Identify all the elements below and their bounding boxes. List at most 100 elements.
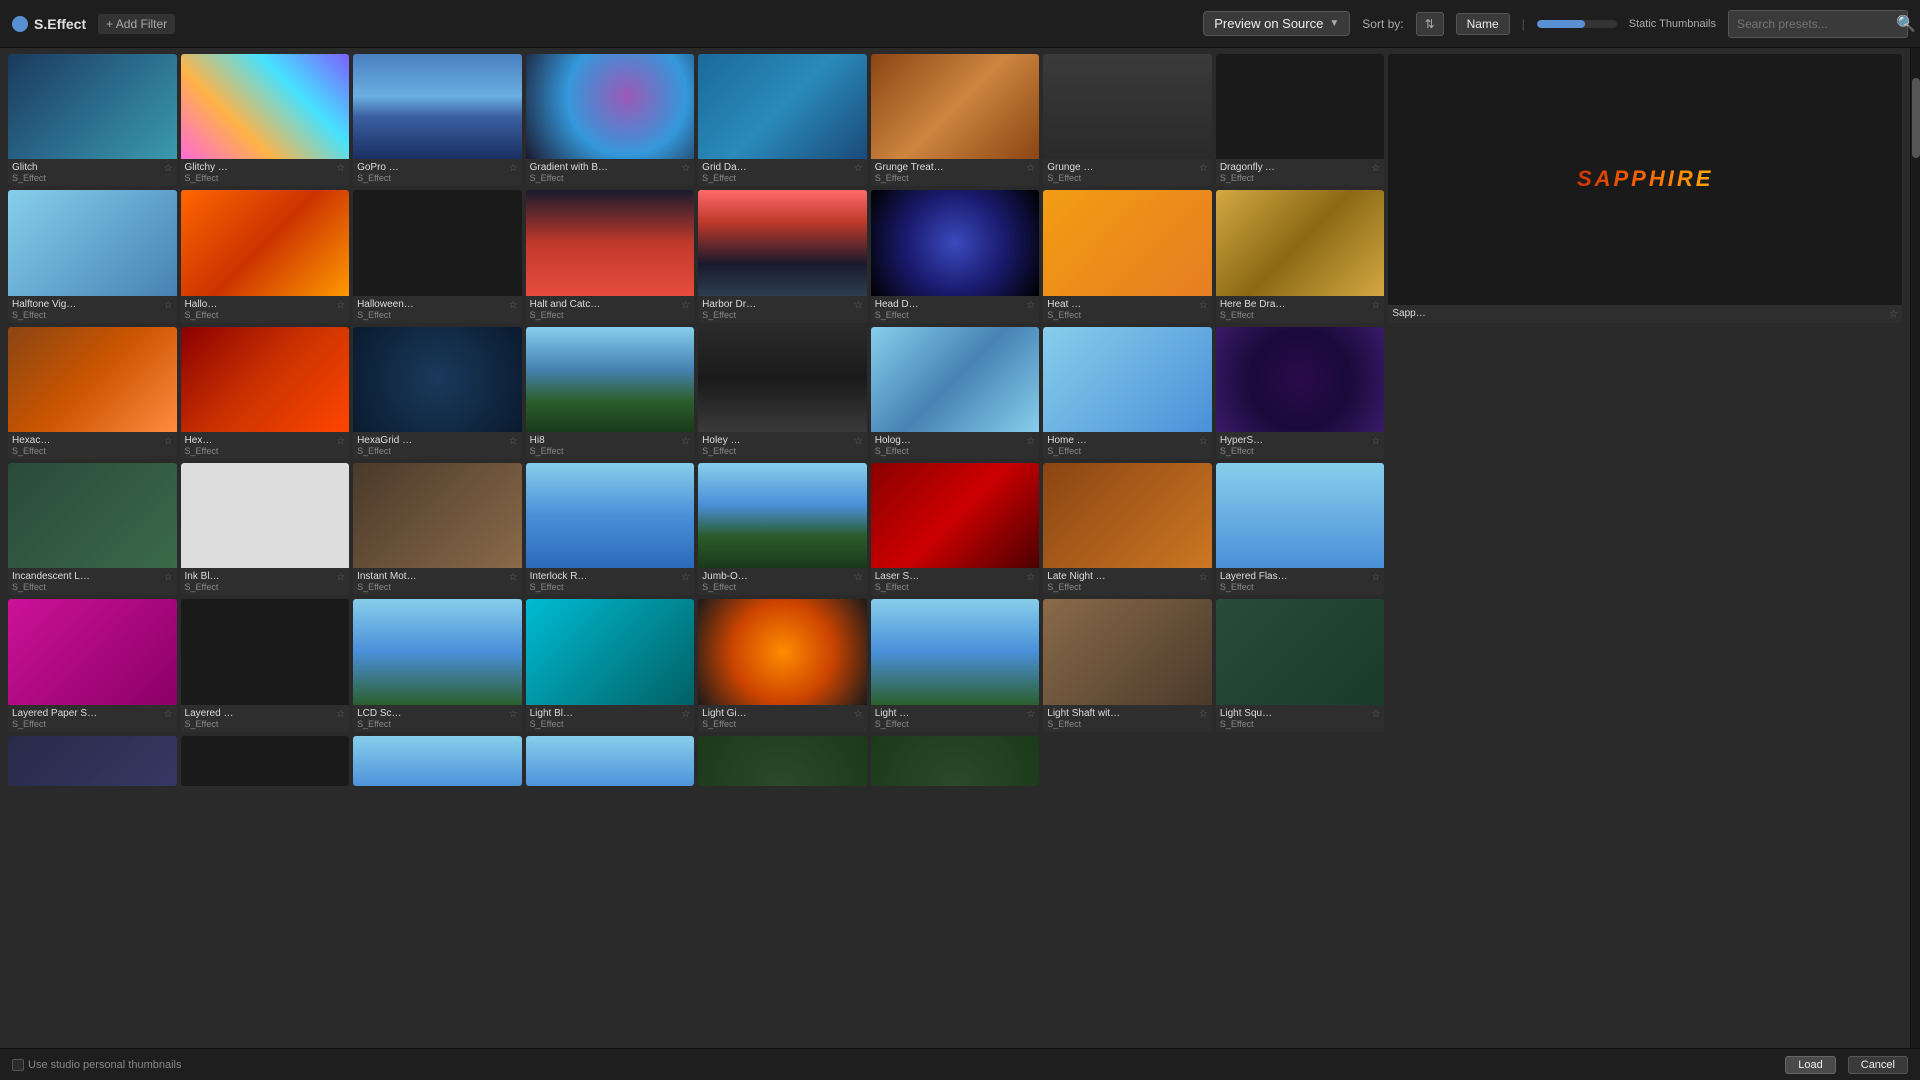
effect-item[interactable]: Jumb-O-tronS_Effect☆ — [698, 463, 867, 595]
favorite-star-icon[interactable]: ☆ — [1371, 709, 1380, 720]
favorite-star-icon[interactable]: ☆ — [1026, 709, 1035, 720]
favorite-star-icon[interactable]: ☆ — [336, 572, 345, 583]
favorite-star-icon[interactable]: ☆ — [1199, 436, 1208, 447]
effect-item[interactable]: Laser ShowS_Effect☆ — [871, 463, 1040, 595]
favorite-star-icon[interactable]: ☆ — [336, 709, 345, 720]
effect-item[interactable]: Gradient with Bokeh...S_Effect☆ — [526, 54, 695, 186]
effect-item[interactable]: Dragonfly AlphaS_Effect☆ — [1216, 54, 1385, 186]
favorite-star-icon[interactable]: ☆ — [681, 709, 690, 720]
load-button[interactable]: Load — [1785, 1056, 1835, 1074]
effect-item[interactable]: HalloweenS_Effect☆ — [181, 190, 350, 322]
sort-order-button[interactable]: ⇅ — [1416, 12, 1444, 36]
preview-dropdown[interactable]: Preview on Source ▼ — [1203, 11, 1350, 36]
favorite-star-icon[interactable]: ☆ — [681, 163, 690, 174]
effect-item[interactable]: Grunge TreatmentS_Effect☆ — [871, 54, 1040, 186]
favorite-star-icon[interactable]: ☆ — [164, 300, 173, 311]
favorite-star-icon[interactable]: ☆ — [681, 300, 690, 311]
favorite-star-icon[interactable]: ☆ — [509, 572, 518, 583]
effect-item[interactable]: Light BlocksS_Effect☆ — [526, 599, 695, 731]
favorite-star-icon[interactable]: ☆ — [1026, 300, 1035, 311]
effect-item[interactable]: Harbor DreamsS_Effect☆ — [698, 190, 867, 322]
favorite-star-icon[interactable]: ☆ — [336, 300, 345, 311]
favorite-star-icon[interactable]: ☆ — [1199, 709, 1208, 720]
favorite-star-icon[interactable]: ☆ — [854, 572, 863, 583]
favorite-star-icon[interactable]: ☆ — [1889, 309, 1898, 320]
effect-item[interactable]: GlitchS_Effect☆ — [8, 54, 177, 186]
favorite-star-icon[interactable]: ☆ — [1371, 300, 1380, 311]
cancel-button[interactable]: Cancel — [1848, 1056, 1908, 1074]
effect-item[interactable]: Grid DamageS_Effect☆ — [698, 54, 867, 186]
effect-item[interactable]: Light GizmoS_Effect☆ — [698, 599, 867, 731]
effect-item[interactable] — [353, 736, 522, 786]
favorite-star-icon[interactable]: ☆ — [509, 163, 518, 174]
favorite-star-icon[interactable]: ☆ — [854, 163, 863, 174]
search-box[interactable]: 🔍 — [1728, 10, 1908, 38]
effect-item[interactable]: HexaGrid EchoS_Effect☆ — [353, 327, 522, 459]
effect-item[interactable] — [871, 736, 1040, 786]
effect-item[interactable]: Incandescent Light...S_Effect☆ — [8, 463, 177, 595]
effect-item[interactable]: Here Be DragonsS_Effect☆ — [1216, 190, 1385, 322]
favorite-star-icon[interactable]: ☆ — [1026, 572, 1035, 583]
effect-item[interactable]: Late Night HazeS_Effect☆ — [1043, 463, 1212, 595]
search-input[interactable] — [1737, 17, 1892, 31]
effect-item[interactable]: GoPro FixerS_Effect☆ — [353, 54, 522, 186]
effect-item[interactable]: SAPPHIRESapphire☆ — [1388, 54, 1902, 323]
scrollbar[interactable] — [1910, 48, 1920, 1080]
effect-item[interactable]: Glitchy SortS_Effect☆ — [181, 54, 350, 186]
effect-item[interactable] — [8, 736, 177, 786]
effect-item[interactable]: Layered Paper ShredsS_Effect☆ — [8, 599, 177, 731]
scrollbar-thumb[interactable] — [1912, 78, 1920, 158]
effect-item[interactable] — [698, 736, 867, 786]
effect-item[interactable]: Head DressS_Effect☆ — [871, 190, 1040, 322]
effect-item[interactable]: HologramS_Effect☆ — [871, 327, 1040, 459]
favorite-star-icon[interactable]: ☆ — [509, 709, 518, 720]
effect-item[interactable] — [526, 736, 695, 786]
effect-item[interactable]: Halftone VignetteS_Effect☆ — [8, 190, 177, 322]
effect-item[interactable]: HexafluxS_Effect☆ — [181, 327, 350, 459]
effect-item[interactable]: Light PegsS_Effect☆ — [871, 599, 1040, 731]
effect-item[interactable]: Layered FlashbulbS_Effect☆ — [1216, 463, 1385, 595]
add-filter-button[interactable]: + Add Filter — [98, 14, 175, 34]
favorite-star-icon[interactable]: ☆ — [336, 436, 345, 447]
sort-name-button[interactable]: Name — [1456, 13, 1510, 35]
favorite-star-icon[interactable]: ☆ — [854, 709, 863, 720]
effect-item[interactable]: Home MovieS_Effect☆ — [1043, 327, 1212, 459]
effect-item[interactable]: LCD ScreenS_Effect☆ — [353, 599, 522, 731]
effect-item[interactable]: Light SquaresS_Effect☆ — [1216, 599, 1385, 731]
favorite-star-icon[interactable]: ☆ — [509, 436, 518, 447]
effect-item[interactable]: Instant Motion...S_Effect☆ — [353, 463, 522, 595]
favorite-star-icon[interactable]: ☆ — [164, 572, 173, 583]
favorite-star-icon[interactable]: ☆ — [1371, 163, 1380, 174]
effect-item[interactable]: Heat HazeS_Effect☆ — [1043, 190, 1212, 322]
favorite-star-icon[interactable]: ☆ — [1371, 436, 1380, 447]
favorite-star-icon[interactable]: ☆ — [1371, 572, 1380, 583]
effect-item[interactable]: HyperSpaceS_Effect☆ — [1216, 327, 1385, 459]
favorite-star-icon[interactable]: ☆ — [164, 163, 173, 174]
effect-item[interactable]: Ink BlotchS_Effect☆ — [181, 463, 350, 595]
effect-type: S_Effect — [185, 582, 229, 592]
favorite-star-icon[interactable]: ☆ — [336, 163, 345, 174]
effect-item[interactable]: Light Shaft with DustS_Effect☆ — [1043, 599, 1212, 731]
effect-item[interactable]: Halloween TextS_Effect☆ — [353, 190, 522, 322]
favorite-star-icon[interactable]: ☆ — [1199, 572, 1208, 583]
favorite-star-icon[interactable]: ☆ — [1026, 163, 1035, 174]
favorite-star-icon[interactable]: ☆ — [854, 300, 863, 311]
favorite-star-icon[interactable]: ☆ — [1026, 436, 1035, 447]
effect-item[interactable] — [181, 736, 350, 786]
effect-item[interactable]: HexacubesS_Effect☆ — [8, 327, 177, 459]
favorite-star-icon[interactable]: ☆ — [509, 300, 518, 311]
favorite-star-icon[interactable]: ☆ — [854, 436, 863, 447]
favorite-star-icon[interactable]: ☆ — [1199, 163, 1208, 174]
favorite-star-icon[interactable]: ☆ — [1199, 300, 1208, 311]
effect-item[interactable]: Layered RainS_Effect☆ — [181, 599, 350, 731]
favorite-star-icon[interactable]: ☆ — [164, 436, 173, 447]
effect-item[interactable]: Hi8S_Effect☆ — [526, 327, 695, 459]
studio-thumb-checkbox[interactable] — [12, 1059, 24, 1071]
favorite-star-icon[interactable]: ☆ — [681, 436, 690, 447]
favorite-star-icon[interactable]: ☆ — [164, 709, 173, 720]
effect-item[interactable]: Interlock RevealS_Effect☆ — [526, 463, 695, 595]
effect-item[interactable]: Grunge WallS_Effect☆ — [1043, 54, 1212, 186]
effect-item[interactable]: Halt and Catch FireS_Effect☆ — [526, 190, 695, 322]
favorite-star-icon[interactable]: ☆ — [681, 572, 690, 583]
effect-item[interactable]: Holey WallS_Effect☆ — [698, 327, 867, 459]
